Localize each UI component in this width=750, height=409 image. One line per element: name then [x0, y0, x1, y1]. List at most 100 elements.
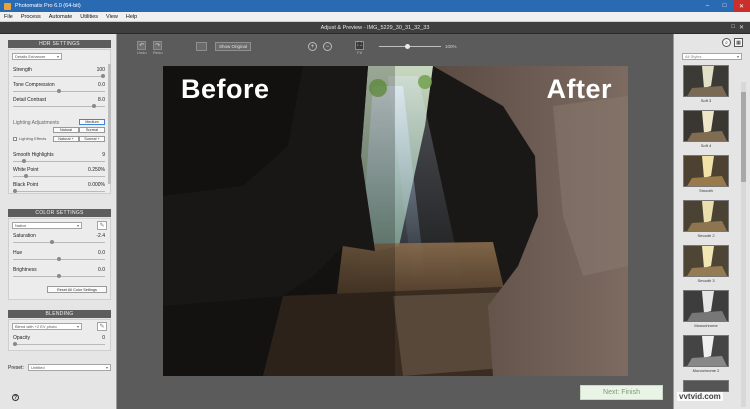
lighting-effects-checkbox[interactable] — [13, 137, 17, 141]
panel-controls: □ ✕ — [731, 24, 744, 31]
slider-thumb[interactable] — [57, 274, 61, 278]
styles-filter-dropdown[interactable]: All Styles — [682, 53, 742, 60]
slider-label: White Point — [13, 167, 39, 173]
redo-button[interactable]: ↷ Redo — [153, 41, 163, 55]
zoom-in-icon[interactable]: + — [308, 42, 317, 51]
lighting-natural-button[interactable]: Natural — [53, 127, 79, 133]
style-item[interactable]: Soft 4 — [683, 110, 729, 149]
menu-automate[interactable]: Automate — [49, 14, 73, 20]
panel-close-button[interactable]: ✕ — [739, 24, 744, 31]
slider-track[interactable] — [13, 344, 105, 345]
blending-brush-button[interactable]: ✎ — [97, 322, 107, 331]
slider-thumb[interactable] — [13, 189, 17, 193]
preset-label: Preset: — [8, 365, 24, 371]
style-preview — [684, 156, 728, 186]
brightness-slider[interactable]: Brightness 0.0 — [13, 267, 105, 280]
style-item[interactable]: Smooth — [683, 155, 729, 194]
hdr-scrollbar[interactable] — [108, 64, 111, 184]
color-dropdown[interactable]: Native — [12, 222, 82, 229]
menu-bar: File Process Automate Utilities View Hel… — [0, 12, 750, 22]
slider-track[interactable] — [13, 161, 105, 162]
slider-thumb[interactable] — [49, 240, 54, 244]
redo-label: Redo — [153, 50, 163, 55]
undo-button[interactable]: ↶ Undo — [137, 41, 147, 55]
fit-button[interactable]: ⛶ Fit — [355, 41, 364, 55]
style-item[interactable]: Smooth 3 — [683, 245, 729, 284]
style-name: Smooth 3 — [697, 278, 715, 283]
app-title: Photomatix Pro 6.0 (64-bit) — [15, 3, 81, 9]
white-point-slider[interactable]: White Point 0.250% — [13, 167, 105, 180]
slider-thumb[interactable] — [57, 257, 61, 261]
blending-header[interactable]: BLENDING — [8, 310, 111, 318]
panel-maximize-button[interactable]: □ — [731, 24, 735, 31]
slider-value: 100 — [96, 67, 105, 73]
color-brush-button[interactable]: ✎ — [97, 221, 107, 230]
menu-utilities[interactable]: Utilities — [80, 14, 98, 20]
slider-label: Strength — [13, 67, 32, 73]
black-point-slider[interactable]: Black Point 0.000% — [13, 182, 105, 195]
menu-process[interactable]: Process — [21, 14, 41, 20]
preset-row: Preset: Untitled — [8, 364, 111, 372]
slider-thumb[interactable] — [101, 74, 105, 78]
show-original-button[interactable]: Show Original — [215, 42, 252, 51]
detail-contrast-slider[interactable]: Detail Contrast 8.0 — [13, 97, 105, 110]
style-thumbnail — [683, 110, 729, 142]
slider-thumb[interactable] — [13, 342, 17, 346]
lighting-surreal-plus-button[interactable]: Surreal + — [79, 136, 105, 142]
method-dropdown[interactable]: Details Enhancer — [12, 53, 62, 60]
search-icon[interactable]: ⌕ — [722, 38, 731, 47]
maximize-button[interactable]: □ — [716, 0, 733, 12]
minimize-button[interactable]: – — [699, 0, 716, 12]
opacity-slider[interactable]: Opacity 0 — [13, 335, 105, 348]
slider-thumb[interactable] — [92, 104, 97, 108]
app-window: Photomatix Pro 6.0 (64-bit) – □ ✕ File P… — [0, 0, 750, 409]
slider-label: Tone Compression — [13, 82, 55, 88]
hue-slider[interactable]: Hue 0.0 — [13, 250, 105, 263]
help-icon[interactable]: ? — [12, 394, 19, 401]
compare-icon[interactable] — [196, 42, 207, 51]
tone-compression-slider[interactable]: Tone Compression 0.0 — [13, 82, 105, 95]
slider-track[interactable] — [13, 76, 105, 77]
slider-thumb[interactable] — [57, 89, 61, 93]
slider-label: Black Point — [13, 182, 39, 188]
slider-track[interactable] — [13, 106, 105, 107]
settings-panel: HDR SETTINGS Details Enhancer Strength 1… — [0, 34, 117, 409]
reset-color-settings-button[interactable]: Reset All Color Settings — [47, 286, 107, 293]
hdr-settings-header[interactable]: HDR SETTINGS — [8, 40, 111, 48]
style-item[interactable]: Smooth 2 — [683, 200, 729, 239]
slider-value: 8.0 — [98, 97, 105, 103]
zoom-out-icon[interactable]: − — [323, 42, 332, 51]
close-button[interactable]: ✕ — [733, 0, 750, 12]
slider-value: 0.0 — [98, 250, 105, 256]
smooth-highlights-slider[interactable]: Smooth Highlights 9 — [13, 152, 105, 165]
title-bar: Photomatix Pro 6.0 (64-bit) – □ ✕ — [0, 0, 750, 12]
slider-track[interactable] — [13, 191, 105, 192]
slider-thumb[interactable] — [23, 174, 28, 178]
slider-value: 0.000% — [88, 182, 105, 188]
menu-help[interactable]: Help — [126, 14, 137, 20]
zoom-slider-track[interactable] — [379, 46, 441, 47]
lighting-surreal-button[interactable]: Surreal — [79, 127, 105, 133]
lighting-natural-plus-button[interactable]: Natural + — [53, 136, 79, 142]
slider-track[interactable] — [13, 242, 105, 243]
fit-label: Fit — [357, 50, 362, 55]
style-item[interactable]: Monochrome 2 — [683, 335, 729, 374]
next-finish-button[interactable]: Next: Finish — [580, 385, 663, 400]
slider-thumb[interactable] — [21, 159, 26, 163]
style-item[interactable]: Soft 3 — [683, 65, 729, 104]
scrollbar-thumb[interactable] — [741, 92, 746, 182]
color-settings-header[interactable]: COLOR SETTINGS — [8, 209, 111, 217]
zoom-slider-thumb[interactable] — [404, 44, 410, 49]
lighting-medium-button[interactable]: Medium — [79, 119, 105, 125]
preset-dropdown[interactable]: Untitled — [28, 364, 111, 371]
styles-scrollbar[interactable] — [741, 82, 746, 407]
grid-view-icon[interactable]: ▦ — [734, 38, 743, 47]
menu-file[interactable]: File — [4, 14, 13, 20]
menu-view[interactable]: View — [106, 14, 118, 20]
blending-dropdown[interactable]: Blend with +2 EV photo — [12, 323, 82, 330]
strength-slider[interactable]: Strength 100 — [13, 67, 105, 80]
style-preview — [684, 66, 728, 96]
adjust-window-header: Adjust & Preview - IMG_5229_30_31_32_33 … — [0, 22, 750, 34]
style-item[interactable]: Monochrome — [683, 290, 729, 329]
saturation-slider[interactable]: Saturation -2.4 — [13, 233, 105, 246]
